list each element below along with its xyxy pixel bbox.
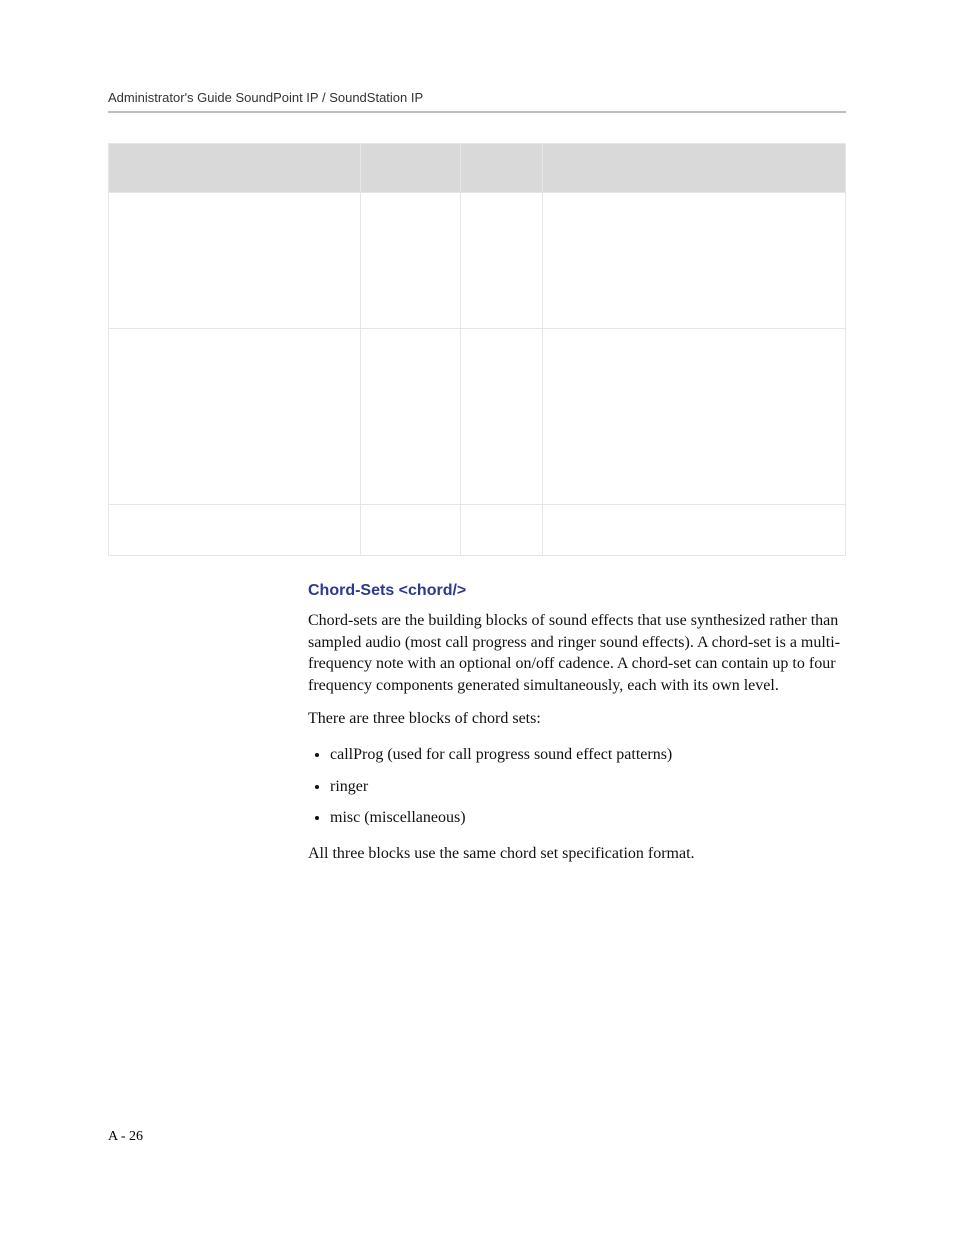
table-row (109, 505, 846, 556)
page: Administrator's Guide SoundPoint IP / So… (0, 0, 954, 1235)
body-content: Chord-Sets <chord/> Chord-sets are the b… (308, 582, 846, 864)
parameter-table (108, 143, 846, 556)
list-item: ringer (330, 774, 846, 800)
table-cell (109, 193, 361, 329)
table-cell (461, 505, 543, 556)
bullet-list: callProg (used for call progress sound e… (308, 742, 846, 831)
table-cell (461, 193, 543, 329)
table-cell (361, 329, 461, 505)
table-header-cell (109, 144, 361, 193)
page-number: A - 26 (108, 1129, 143, 1145)
table-cell (361, 193, 461, 329)
section-title: Chord-Sets <chord/> (308, 582, 846, 600)
running-head: Administrator's Guide SoundPoint IP / So… (108, 90, 846, 105)
table-cell (109, 505, 361, 556)
table-cell (543, 505, 846, 556)
table-row (109, 329, 846, 505)
table-cell (361, 505, 461, 556)
table-row (109, 193, 846, 329)
table-cell (109, 329, 361, 505)
list-item: callProg (used for call progress sound e… (330, 742, 846, 768)
table-header-cell (461, 144, 543, 193)
paragraph: There are three blocks of chord sets: (308, 708, 846, 730)
table-cell (461, 329, 543, 505)
list-item: misc (miscellaneous) (330, 805, 846, 831)
paragraph: All three blocks use the same chord set … (308, 843, 846, 865)
paragraph: Chord-sets are the building blocks of so… (308, 610, 846, 696)
header-rule (108, 111, 846, 113)
table-header-cell (361, 144, 461, 193)
table-header-row (109, 144, 846, 193)
table-cell (543, 329, 846, 505)
table-cell (543, 193, 846, 329)
table-header-cell (543, 144, 846, 193)
